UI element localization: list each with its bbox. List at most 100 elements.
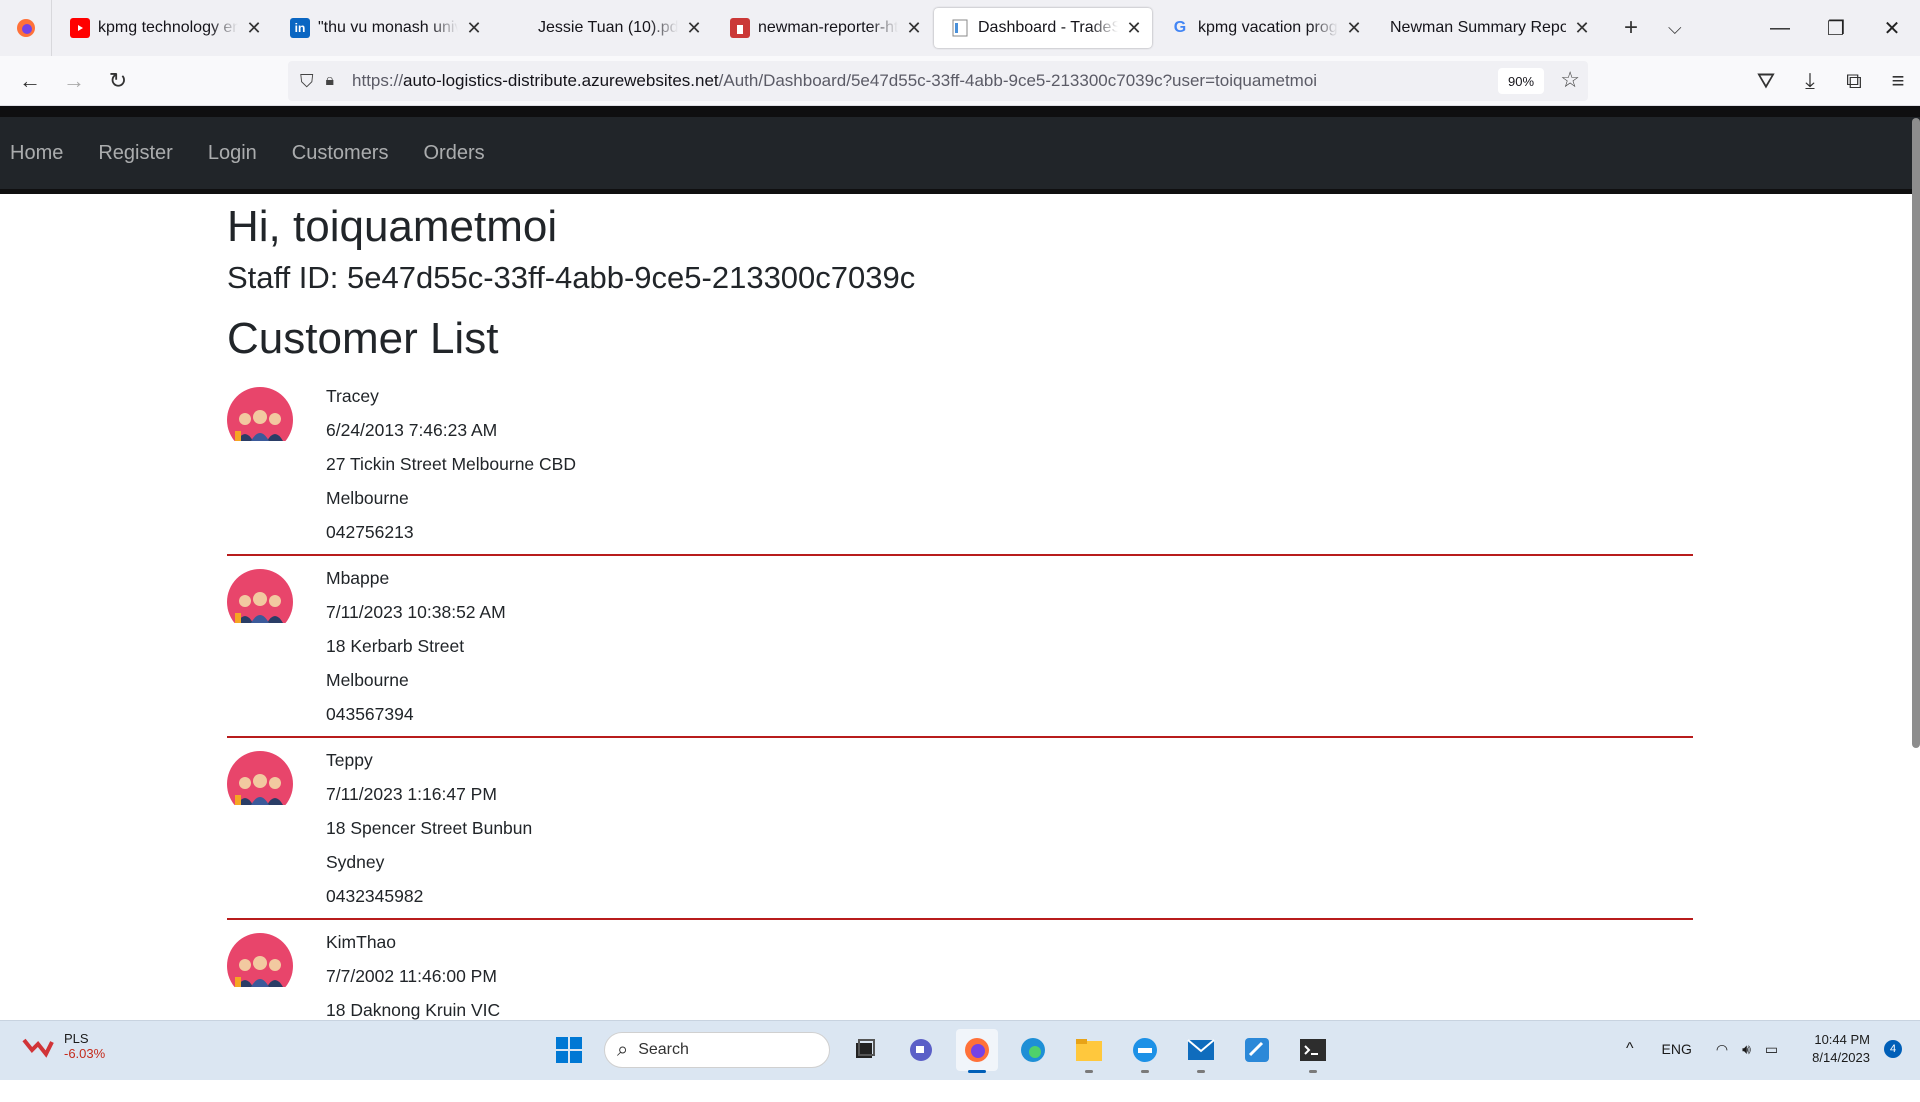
tab-pdf[interactable]: Jessie Tuan (10).pdf ✕	[494, 8, 712, 48]
tab-title: kpmg technology eng	[98, 19, 238, 36]
tab-linkedin[interactable]: in "thu vu monash univer ✕	[274, 8, 492, 48]
docker-icon[interactable]	[1124, 1029, 1166, 1073]
stock-widget[interactable]: PLS -6.03%	[22, 1031, 105, 1061]
tab-title: Jessie Tuan (10).pdf	[538, 19, 678, 36]
tab-title: "thu vu monash univer	[318, 19, 458, 36]
customer-phone: 0432345982	[326, 886, 424, 906]
terminal-icon[interactable]	[1292, 1029, 1334, 1073]
customer-address: 18 Spencer Street Bunbun	[326, 818, 533, 838]
chevron-up-icon[interactable]: ^	[1626, 1040, 1634, 1058]
customer-phone: 043567394	[326, 704, 414, 724]
tab-google[interactable]: G kpmg vacation progra ✕	[1154, 8, 1372, 48]
tab-title: Dashboard - TradeSyst	[978, 19, 1118, 36]
tab-youtube[interactable]: kpmg technology eng ✕	[54, 8, 272, 48]
url-path: /Auth/Dashboard/5e47d55c-33ff-4abb-9ce5-…	[718, 71, 1318, 90]
windows-taskbar: PLS -6.03% ⌕ Search ^ ENG ◠ 🔊︎ ▭ 10:44 P…	[0, 1020, 1920, 1080]
edge-icon[interactable]	[1012, 1029, 1054, 1071]
task-view-icon[interactable]	[844, 1029, 886, 1071]
hamburger-menu-icon[interactable]: ≡	[1876, 59, 1920, 103]
close-window-icon[interactable]: ✕	[1864, 0, 1920, 56]
url-text[interactable]: https://auto-logistics-distribute.azurew…	[352, 71, 1317, 91]
tab-title: newman-reporter-htm	[758, 19, 898, 36]
url-prefix: https://	[352, 71, 404, 90]
extensions-icon[interactable]: ⧉	[1832, 59, 1876, 103]
customer-address: 18 Kerbarb Street	[326, 636, 465, 656]
close-icon[interactable]: ✕	[1126, 18, 1142, 39]
close-icon[interactable]: ✕	[906, 18, 922, 39]
clock-time: 10:44 PM	[1814, 1032, 1870, 1047]
customer-date: 6/24/2013 7:46:23 AM	[326, 420, 498, 440]
firefox-taskbar-icon[interactable]	[956, 1029, 998, 1073]
nav-link-register[interactable]: Register	[98, 142, 172, 165]
tab-title: Newman Summary Report	[1390, 19, 1566, 36]
download-icon[interactable]: ⤓	[1788, 59, 1832, 103]
firefox-menu-icon[interactable]	[0, 0, 52, 56]
restore-icon[interactable]: ❐	[1808, 0, 1864, 56]
reload-icon[interactable]: ↻	[96, 59, 140, 103]
browser-nav-bar: ← → ↻ ⛉ 🔒︎ https://auto-logistics-distri…	[0, 56, 1920, 106]
customer-date: 7/7/2002 11:46:00 PM	[326, 966, 497, 986]
clock[interactable]: 10:44 PM 8/14/2023	[1812, 1031, 1870, 1067]
google-icon: G	[1173, 19, 1187, 36]
new-tab-icon[interactable]: +	[1624, 14, 1638, 42]
page-scrollbar[interactable]	[1912, 118, 1920, 748]
windows-start-icon[interactable]	[548, 1029, 590, 1071]
lock-icon[interactable]: 🔒︎	[326, 72, 335, 90]
staff-id: Staff ID: 5e47d55c-33ff-4abb-9ce5-213300…	[227, 260, 916, 295]
notification-badge[interactable]: 4	[1884, 1040, 1902, 1058]
close-icon[interactable]: ✕	[246, 18, 262, 39]
close-icon[interactable]: ✕	[686, 18, 702, 39]
back-icon[interactable]: ←	[8, 59, 52, 103]
nav-link-login[interactable]: Login	[208, 142, 257, 165]
zoom-indicator[interactable]: 90%	[1498, 68, 1544, 94]
wifi-icon[interactable]: ◠	[1716, 1041, 1728, 1058]
close-icon[interactable]: ✕	[1574, 18, 1590, 39]
search-icon: ⌕	[617, 1038, 629, 1061]
browser-tab-bar: kpmg technology eng ✕ in "thu vu monash …	[0, 0, 1920, 56]
stock-chart-icon	[22, 1038, 54, 1058]
chevron-down-icon[interactable]: ⌵	[1668, 18, 1682, 39]
customer-city: Melbourne	[326, 488, 409, 508]
close-icon[interactable]: ✕	[466, 18, 482, 39]
customer-name: KimThao	[326, 932, 397, 952]
customer-address: 27 Tickin Street Melbourne CBD	[326, 454, 576, 474]
customer-city: Sydney	[326, 852, 385, 872]
search-label: Search	[638, 1041, 689, 1058]
main-content: Hi, toiquametmoi Staff ID: 5e47d55c-33ff…	[227, 194, 1693, 1102]
youtube-icon	[70, 18, 90, 38]
customer-card: Tracey 6/24/2013 7:46:23 AM 27 Tickin St…	[227, 374, 1693, 556]
teams-chat-icon[interactable]	[900, 1029, 942, 1071]
greeting-heading: Hi, toiquametmoi	[227, 202, 558, 251]
nav-link-home[interactable]: Home	[10, 142, 63, 165]
pdf-icon	[510, 18, 530, 38]
taskbar-search[interactable]: ⌕ Search	[604, 1032, 830, 1068]
customer-date: 7/11/2023 1:16:47 PM	[326, 784, 497, 804]
url-host: auto-logistics-distribute.azurewebsites.…	[403, 71, 719, 90]
tab-newman[interactable]: Newman Summary Report ✕	[1374, 8, 1600, 48]
minimize-icon[interactable]: —	[1752, 0, 1808, 56]
nav-link-customers[interactable]: Customers	[292, 142, 389, 165]
nav-link-orders[interactable]: Orders	[423, 142, 484, 165]
customer-city: Melbourne	[326, 670, 409, 690]
whiteboard-icon[interactable]	[1236, 1029, 1278, 1071]
url-bar[interactable]: ⛉ 🔒︎ https://auto-logistics-distribute.a…	[288, 61, 1588, 101]
bookmark-star-icon[interactable]: ☆	[1560, 67, 1580, 93]
stock-symbol: PLS	[64, 1031, 89, 1046]
customer-name: Tracey	[326, 386, 379, 406]
battery-icon[interactable]: ▭	[1765, 1041, 1778, 1058]
customer-avatar-icon	[227, 751, 293, 805]
pocket-icon[interactable]: ⛛	[1744, 59, 1788, 103]
tab-dashboard[interactable]: Dashboard - TradeSyst ✕	[934, 8, 1152, 48]
close-icon[interactable]: ✕	[1346, 18, 1362, 39]
tab-title: kpmg vacation progra	[1198, 19, 1338, 36]
mail-icon[interactable]	[1180, 1029, 1222, 1073]
tab-npm[interactable]: newman-reporter-htm ✕	[714, 8, 932, 48]
customer-avatar-icon	[227, 387, 293, 441]
customer-avatar-icon	[227, 569, 293, 623]
volume-icon[interactable]: 🔊︎	[1742, 1041, 1751, 1058]
shield-icon[interactable]: ⛉	[300, 71, 314, 92]
file-explorer-icon[interactable]	[1068, 1029, 1110, 1073]
language-indicator[interactable]: ENG	[1662, 1041, 1692, 1057]
forward-icon[interactable]: →	[52, 59, 96, 103]
linkedin-icon: in	[290, 18, 310, 38]
